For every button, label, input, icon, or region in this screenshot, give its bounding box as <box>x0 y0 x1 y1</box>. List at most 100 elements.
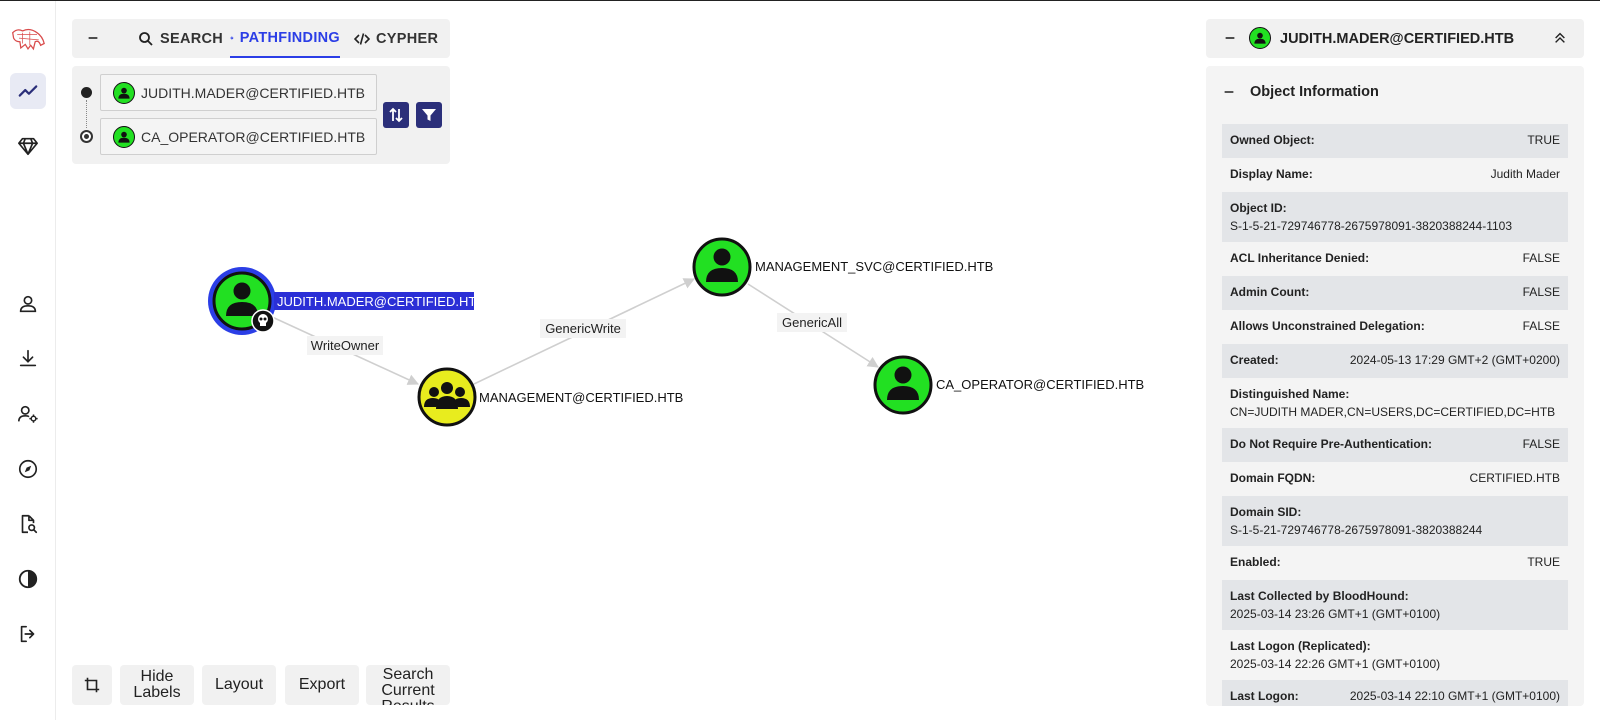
property-row: Enabled: TRUE <box>1222 546 1568 580</box>
node-label-ca-operator[interactable]: CA_OPERATOR@CERTIFIED.HTB <box>936 377 1144 392</box>
explore-icon <box>18 85 38 97</box>
edge-label-genericall[interactable]: GenericAll <box>782 315 842 330</box>
graph-node-ca-operator[interactable] <box>873 355 933 415</box>
node-label-management[interactable]: MANAGEMENT@CERTIFIED.HTB <box>479 390 683 405</box>
property-value: 2025-03-14 22:26 GMT+1 (GMT+0100) <box>1230 657 1441 671</box>
search-current-results-button[interactable]: Search Current Results <box>366 665 450 705</box>
property-row: Domain FQDN: CERTIFIED.HTB <box>1222 462 1568 496</box>
property-row: ACL Inheritance Denied: FALSE <box>1222 242 1568 276</box>
property-key: Enabled: <box>1230 555 1281 569</box>
collapse-entity-panel-button[interactable] <box>1220 28 1240 48</box>
node-label-judith[interactable]: JUDITH.MADER@CERTIFIED.HTB <box>277 294 485 309</box>
explore-tab-bar: SEARCH PATHFINDING CYPHER <box>72 19 450 58</box>
property-key: Admin Count: <box>1230 285 1310 299</box>
swap-button[interactable] <box>383 102 409 128</box>
logout-icon <box>20 625 35 643</box>
property-row: Admin Count: FALSE <box>1222 276 1568 310</box>
user-icon <box>19 295 37 313</box>
section-title: Object Information <box>1250 84 1379 100</box>
source-value: JUDITH.MADER@CERTIFIED.HTB <box>141 84 365 101</box>
property-row: Distinguished Name: CN=JUDITH MADER,CN=US… <box>1222 378 1568 428</box>
property-value: 2025-03-14 23:26 GMT+1 (GMT+0100) <box>1230 607 1441 621</box>
user-avatar-icon <box>1249 27 1271 49</box>
property-row: Created: 2024-05-13 17:29 GMT+2 (GMT+0200… <box>1222 344 1568 378</box>
property-value: FALSE <box>1522 437 1560 451</box>
tab-pathfinding[interactable]: PATHFINDING <box>230 19 340 58</box>
property-value: 2024-05-13 17:29 GMT+2 (GMT+0200) <box>1349 353 1560 367</box>
destination-input[interactable]: CA_OPERATOR@CERTIFIED.HTB <box>100 118 377 155</box>
property-row: Domain SID: S-1-5-21-729746778-2675978091… <box>1222 496 1568 546</box>
bloodhound-logo-icon <box>12 28 45 51</box>
graph-node-judith[interactable] <box>208 267 276 335</box>
collapse-search-button[interactable] <box>82 27 104 49</box>
property-key: Owned Object: <box>1230 133 1315 147</box>
hide-labels-button[interactable]: Hide Labels <box>120 665 194 705</box>
administration-nav-button[interactable] <box>10 396 46 432</box>
user-node-icon <box>233 282 251 300</box>
minus-icon <box>1225 37 1235 39</box>
logout-nav-button[interactable] <box>10 616 46 652</box>
graph-node-management-svc[interactable] <box>692 237 752 297</box>
pathfinding-panel: JUDITH.MADER@CERTIFIED.HTB CA_OPERATOR@C… <box>72 66 450 164</box>
gem-icon <box>18 137 38 156</box>
property-row: Last Logon (Replicated): 2025-03-14 22:26… <box>1222 630 1568 680</box>
user-node-icon <box>894 366 912 384</box>
source-input[interactable]: JUDITH.MADER@CERTIFIED.HTB <box>100 74 377 111</box>
graph-canvas[interactable]: WriteOwner GenericWrite GenericAll JUDIT… <box>56 171 1206 641</box>
node-label-management-svc[interactable]: MANAGEMENT_SVC@CERTIFIED.HTB <box>755 259 993 274</box>
user-avatar-icon <box>113 81 135 104</box>
property-row: Last Collected by BloodHound: 2025-03-14 … <box>1222 580 1568 630</box>
contrast-icon <box>18 569 38 589</box>
property-value: CN=JUDITH MADER,CN=USERS,DC=CERTIFIED,DC… <box>1230 405 1556 419</box>
code-icon <box>354 32 370 45</box>
property-value: FALSE <box>1522 319 1560 333</box>
filter-icon <box>422 109 436 121</box>
property-key: Allows Unconstrained Delegation: <box>1230 319 1425 333</box>
reset-view-button[interactable] <box>72 665 112 705</box>
path-connector <box>86 100 87 128</box>
tab-cypher[interactable]: CYPHER <box>354 19 438 58</box>
hide-labels-label: Hide Labels <box>133 668 181 701</box>
dark-mode-toggle[interactable] <box>10 561 46 597</box>
edge-label-genericwrite[interactable]: GenericWrite <box>545 321 621 336</box>
entity-title: JUDITH.MADER@CERTIFIED.HTB <box>1280 30 1515 47</box>
tab-search-label: SEARCH <box>160 30 224 47</box>
expand-collapse-all-button[interactable] <box>1550 28 1570 48</box>
pathfinding-icon <box>230 35 234 40</box>
download-icon <box>19 349 37 367</box>
property-value: S-1-5-21-729746778-2675978091-3820388244 <box>1230 523 1483 537</box>
property-row: Last Logon: 2025-03-14 22:10 GMT+1 (GMT+0… <box>1222 680 1568 706</box>
tab-search[interactable]: SEARCH <box>138 19 223 58</box>
download-nav-button[interactable] <box>10 341 46 377</box>
property-key: ACL Inheritance Denied: <box>1230 251 1370 265</box>
property-key: Domain SID: <box>1230 505 1302 519</box>
minus-icon <box>88 37 98 39</box>
export-label: Export <box>298 676 346 693</box>
tab-cypher-label: CYPHER <box>376 30 439 47</box>
layout-button[interactable]: Layout <box>202 665 276 705</box>
property-key: Display Name: <box>1230 167 1313 181</box>
profile-nav-button[interactable] <box>10 286 46 322</box>
destination-value: CA_OPERATOR@CERTIFIED.HTB <box>141 128 366 145</box>
swap-vertical-icon <box>389 107 403 123</box>
graph-node-management[interactable] <box>417 367 477 427</box>
property-row: Display Name: Judith Mader <box>1222 158 1568 192</box>
minus-icon <box>1224 91 1234 93</box>
chevron-double-up-icon <box>1555 32 1565 43</box>
edge-filter-button[interactable] <box>416 102 442 128</box>
explore-nav-button[interactable] <box>10 73 46 109</box>
object-information-section-header[interactable]: Object Information <box>1222 84 1379 100</box>
property-key: Last Logon (Replicated): <box>1230 639 1371 653</box>
edge-label-writeowner[interactable]: WriteOwner <box>311 338 380 353</box>
file-search-nav-button[interactable] <box>10 506 46 542</box>
entity-panel-header: JUDITH.MADER@CERTIFIED.HTB <box>1206 19 1584 58</box>
bloodhound-logo[interactable] <box>10 21 46 57</box>
property-row: Owned Object: TRUE <box>1222 124 1568 158</box>
group-management-nav-button[interactable] <box>10 128 46 164</box>
destination-node-icon <box>80 130 93 143</box>
explore-compass-nav-button[interactable] <box>10 451 46 487</box>
property-key: Last Collected by BloodHound: <box>1230 589 1409 603</box>
export-button[interactable]: Export <box>285 665 359 705</box>
source-node-icon <box>81 87 92 98</box>
entity-panel-body: Object Information Owned Object: TRUE Disp… <box>1206 66 1584 706</box>
